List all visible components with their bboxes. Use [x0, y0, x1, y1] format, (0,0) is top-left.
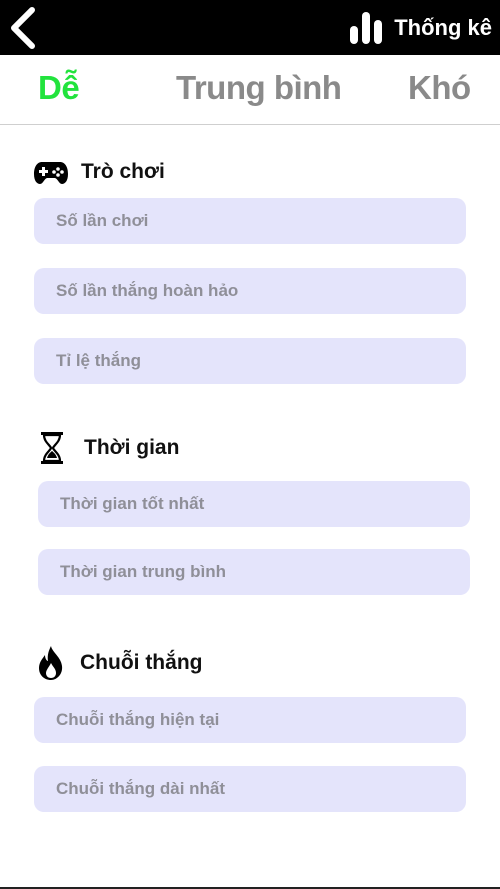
section-streak-title: Chuỗi thắng	[80, 651, 203, 674]
statistics-label: Thống kê	[394, 15, 492, 40]
section-time-title: Thời gian	[84, 436, 180, 459]
stat-row-perfect-wins[interactable]: Số lần thắng hoàn hảo	[34, 268, 466, 314]
stat-label: Chuỗi thắng hiện tại	[56, 710, 220, 729]
section-games-title: Trò chơi	[81, 160, 165, 183]
section-streak-header: Chuỗi thắng	[37, 645, 202, 681]
stat-row-games-played[interactable]: Số lần chơi	[34, 198, 466, 244]
back-button[interactable]	[4, 6, 44, 50]
section-games-header: Trò chơi	[33, 158, 165, 186]
stat-row-best-time[interactable]: Thời gian tốt nhất	[38, 481, 470, 527]
difficulty-tabs: Dễ Trung bình Khó	[0, 55, 500, 125]
bar-chart-icon	[350, 12, 383, 44]
tab-easy[interactable]: Dễ	[38, 69, 80, 107]
chevron-left-icon	[11, 7, 35, 49]
top-bar: Thống kê	[0, 0, 500, 55]
tab-medium[interactable]: Trung bình	[176, 69, 342, 107]
stat-row-current-streak[interactable]: Chuỗi thắng hiện tại	[34, 697, 466, 743]
stat-row-longest-streak[interactable]: Chuỗi thắng dài nhất	[34, 766, 466, 812]
statistics-button[interactable]: Thống kê	[350, 8, 492, 48]
gamepad-icon	[34, 162, 68, 184]
stat-label: Số lần thắng hoàn hảo	[56, 281, 239, 300]
stat-row-average-time[interactable]: Thời gian trung bình	[38, 549, 470, 595]
hourglass-icon	[41, 432, 63, 464]
stat-row-win-rate[interactable]: Tỉ lệ thắng	[34, 338, 466, 384]
stat-label: Thời gian trung bình	[60, 562, 226, 581]
tab-hard[interactable]: Khó	[408, 69, 471, 107]
section-time-header: Thời gian	[40, 432, 179, 464]
stat-label: Chuỗi thắng dài nhất	[56, 779, 226, 798]
stat-label: Thời gian tốt nhất	[60, 494, 205, 513]
flame-icon	[39, 646, 63, 680]
stat-label: Số lần chơi	[56, 211, 149, 230]
stat-label: Tỉ lệ thắng	[56, 351, 141, 370]
